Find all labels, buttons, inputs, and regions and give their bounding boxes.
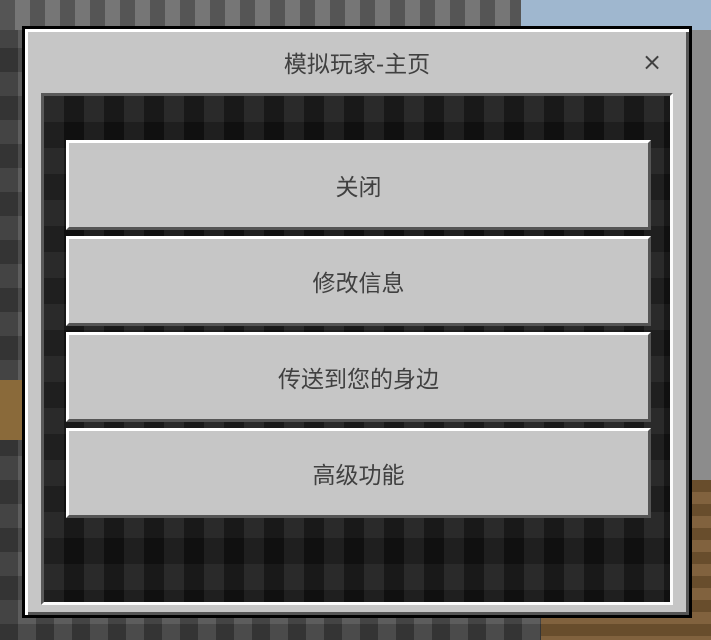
close-icon[interactable]: × bbox=[639, 49, 665, 75]
game-world-background: 模拟玩家-主页 × 关闭 修改信息 传送到您的身边 高级功能 bbox=[0, 0, 711, 640]
button-list: 关闭 修改信息 传送到您的身边 高级功能 bbox=[66, 140, 651, 524]
dialog-title: 模拟玩家-主页 bbox=[283, 52, 431, 78]
simulated-player-dialog: 模拟玩家-主页 × 关闭 修改信息 传送到您的身边 高级功能 bbox=[22, 26, 692, 618]
edit-info-button[interactable]: 修改信息 bbox=[66, 236, 651, 326]
teleport-to-you-button[interactable]: 传送到您的身边 bbox=[66, 332, 651, 422]
close-button[interactable]: 关闭 bbox=[66, 140, 651, 230]
dialog-content: 关闭 修改信息 传送到您的身边 高级功能 bbox=[41, 93, 673, 605]
advanced-features-button[interactable]: 高级功能 bbox=[66, 428, 651, 518]
